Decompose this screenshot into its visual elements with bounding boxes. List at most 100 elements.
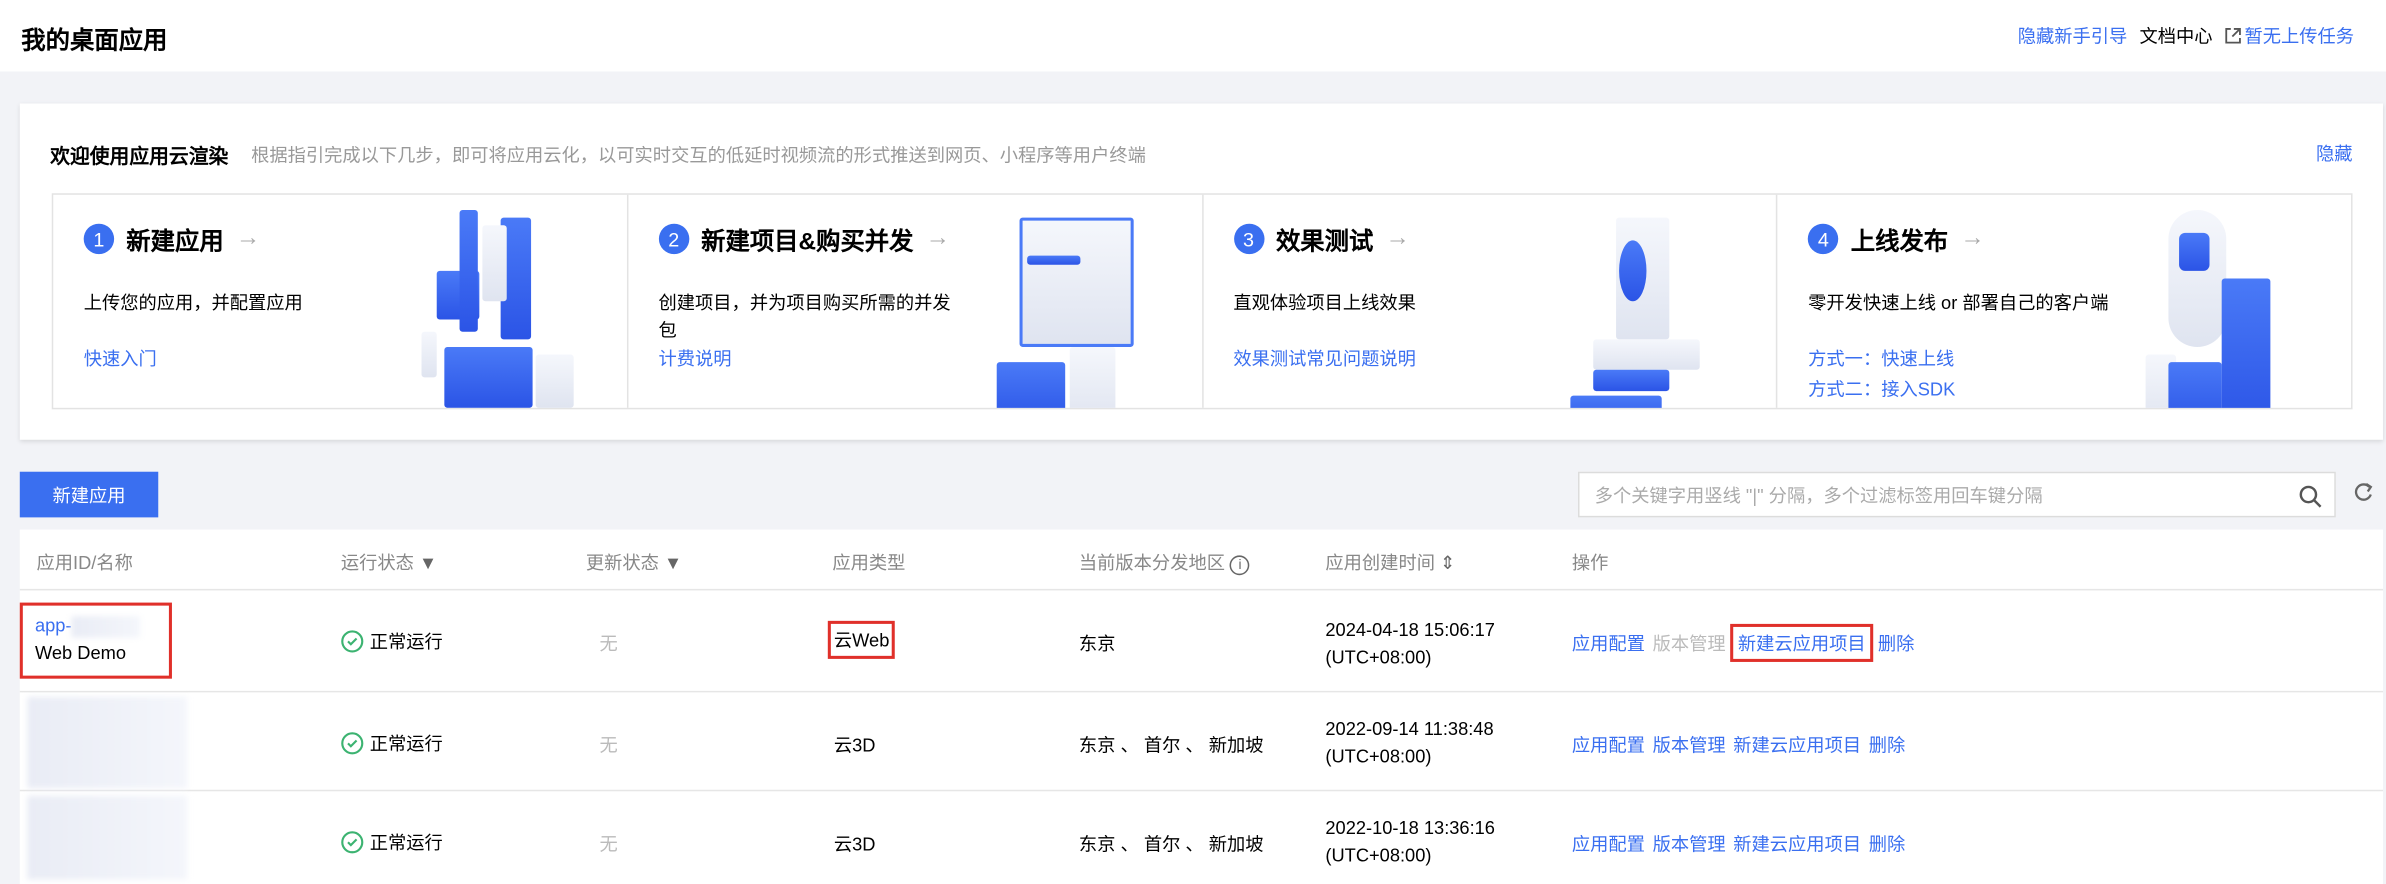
- table-row: app- Web Demo 正常运行 无 云Web 东京 2024-04-18 …: [19, 590, 2383, 693]
- redacted-id-name: [27, 795, 188, 880]
- guide-hide-link[interactable]: 隐藏: [2316, 140, 2353, 166]
- status-label: 正常运行: [369, 631, 443, 653]
- col-created[interactable]: 应用创建时间 ⇕: [1325, 549, 1455, 575]
- col-run-status[interactable]: 运行状态 ▼: [341, 549, 437, 575]
- version-manage-link: 版本管理: [1652, 633, 1726, 655]
- step-new-project: 2 新建项目&购买并发 → 创建项目，并为项目购买所需的并发包 计费说明: [628, 194, 1203, 408]
- illustration-blocks-icon: [421, 209, 581, 408]
- arrow-right-icon: →: [235, 225, 261, 252]
- run-status: 正常运行: [341, 730, 443, 756]
- step-link-sdk[interactable]: 方式二：接入SDK: [1808, 376, 1955, 402]
- guide-steps: 1 新建应用 → 上传您的应用，并配置应用 快速入门 2 新建项目&购买并发 → 创建项…: [51, 193, 2353, 410]
- new-project-link[interactable]: 新建云应用项目: [1730, 623, 1874, 662]
- row-actions: 应用配置 版本管理 新建云应用项目 删除: [1572, 732, 1905, 758]
- search-icon[interactable]: [2298, 484, 2322, 508]
- created-date: 2024-04-18 15:06:17: [1325, 619, 1495, 641]
- status-label: 正常运行: [369, 733, 443, 755]
- app-config-link[interactable]: 应用配置: [1572, 831, 1645, 857]
- step-desc: 零开发快速上线 or 部署自己的客户端: [1808, 292, 2109, 314]
- col-label: 运行状态: [340, 552, 414, 574]
- step-link[interactable]: 计费说明: [659, 345, 732, 371]
- version-manage-link[interactable]: 版本管理: [1653, 831, 1726, 857]
- filter-icon[interactable]: ▼: [419, 552, 437, 573]
- table-row: 正常运行 无 云3D 东京 、 首尔 、 新加坡 2022-10-18 13:3…: [20, 791, 2383, 884]
- header-links: 隐藏新手引导 文档中心 暂无上传任务: [2018, 23, 2354, 49]
- version-manage-link[interactable]: 版本管理: [1653, 732, 1726, 758]
- created-time: 2022-09-14 11:38:48 (UTC+08:00): [1325, 715, 1493, 770]
- check-circle-icon: [341, 831, 364, 854]
- region: 东京: [1078, 633, 1116, 655]
- app-name: Web Demo: [34, 641, 127, 664]
- app-config-link[interactable]: 应用配置: [1572, 630, 1645, 659]
- app-type: 云3D: [833, 734, 876, 757]
- created-date: 2022-09-14 11:38:48: [1325, 718, 1494, 740]
- step-testing: 3 效果测试 → 直观体验项目上线效果 效果测试常见问题说明: [1203, 194, 1778, 408]
- col-region: 当前版本分发地区 i: [1078, 549, 1250, 576]
- step-link[interactable]: 效果测试常见问题说明: [1233, 345, 1416, 371]
- upload-tasks-link[interactable]: 暂无上传任务: [2225, 23, 2354, 49]
- step-publish: 4 上线发布 → 零开发快速上线 or 部署自己的客户端 方式一：快速上线 方式二：…: [1778, 195, 2351, 408]
- header: 我的桌面应用 隐藏新手引导 文档中心 暂无上传任务: [0, 0, 2386, 72]
- region: 东京 、 首尔 、 新加坡: [1078, 734, 1264, 757]
- run-status: 正常运行: [341, 628, 443, 654]
- guide-subtitle: 根据指引完成以下几步，即可将应用云化，以可实时交互的低延时视频流的形式推送到网页…: [251, 144, 1146, 166]
- redacted-id-name: [27, 696, 188, 789]
- search-placeholder: 多个关键字用竖线 "|" 分隔，多个过滤标签用回车键分隔: [1594, 484, 2043, 506]
- row-actions: 应用配置 版本管理 新建云应用项目 删除: [1572, 831, 1905, 857]
- step-number: 1: [83, 223, 115, 255]
- sort-icon[interactable]: ⇕: [1440, 552, 1455, 573]
- step-title: 上线发布: [1850, 229, 1949, 256]
- run-status: 正常运行: [341, 829, 443, 855]
- arrow-right-icon: →: [1385, 225, 1410, 252]
- new-project-link[interactable]: 新建云应用项目: [1733, 732, 1861, 758]
- update-status: 无: [599, 633, 618, 655]
- step-number: 3: [1233, 223, 1264, 255]
- guide-title: 欢迎使用应用云渲染: [50, 144, 229, 168]
- step-title: 效果测试: [1275, 229, 1374, 256]
- col-update-status[interactable]: 更新状态 ▼: [586, 549, 682, 575]
- refresh-icon[interactable]: [2353, 481, 2374, 505]
- app-id-name-cell: app- Web Demo: [19, 602, 172, 679]
- illustration-checkmark-icon: [2145, 209, 2306, 408]
- timezone: (UTC+08:00): [1325, 745, 1432, 767]
- step-title: 新建项目&购买并发: [701, 229, 914, 256]
- table-header: 应用ID/名称 运行状态 ▼ 更新状态 ▼ 应用类型 当前版本分发地区 i 应用…: [19, 530, 2383, 591]
- delete-link[interactable]: 删除: [1869, 732, 1906, 758]
- col-label: 当前版本分发地区: [1078, 552, 1225, 574]
- delete-link[interactable]: 删除: [1869, 831, 1906, 857]
- app-id-link[interactable]: app-: [35, 615, 72, 636]
- status-label: 正常运行: [369, 832, 443, 854]
- arrow-right-icon: →: [1960, 225, 1985, 252]
- hide-guide-link[interactable]: 隐藏新手引导: [2018, 23, 2128, 49]
- created-time: 2022-10-18 13:36:16 (UTC+08:00): [1325, 814, 1495, 869]
- docs-link[interactable]: 文档中心: [2139, 23, 2212, 49]
- step-link[interactable]: 快速入门: [84, 345, 157, 371]
- timezone: (UTC+08:00): [1325, 844, 1432, 866]
- check-circle-icon: [341, 630, 364, 653]
- delete-link[interactable]: 删除: [1878, 630, 1915, 659]
- info-icon[interactable]: i: [1230, 555, 1250, 576]
- external-link-icon: [2225, 27, 2241, 44]
- col-app-type: 应用类型: [832, 552, 906, 574]
- col-id-name: 应用ID/名称: [36, 552, 133, 574]
- step-title: 新建应用: [126, 229, 224, 256]
- search-input[interactable]: 多个关键字用竖线 "|" 分隔，多个过滤标签用回车键分隔: [1578, 471, 2336, 518]
- step-link-quick[interactable]: 方式一：快速上线: [1808, 345, 1954, 371]
- new-app-button[interactable]: 新建应用: [19, 471, 159, 518]
- page-title: 我的桌面应用: [21, 28, 168, 55]
- table-row: 正常运行 无 云3D 东京 、 首尔 、 新加坡 2022-09-14 11:3…: [19, 692, 2383, 792]
- step-desc: 上传您的应用，并配置应用: [83, 292, 303, 314]
- filter-icon[interactable]: ▼: [664, 552, 682, 573]
- step-desc: 创建项目，并为项目购买所需的并发包: [658, 292, 951, 341]
- update-status: 无: [599, 833, 618, 856]
- upload-tasks-label: 暂无上传任务: [2244, 25, 2355, 48]
- new-project-link[interactable]: 新建云应用项目: [1733, 831, 1861, 857]
- app-config-link[interactable]: 应用配置: [1572, 732, 1645, 758]
- step-number: 2: [658, 223, 689, 255]
- row-actions: 应用配置 版本管理 新建云应用项目 删除: [1572, 623, 1915, 662]
- apps-table: 应用ID/名称 运行状态 ▼ 更新状态 ▼ 应用类型 当前版本分发地区 i 应用…: [19, 529, 2383, 884]
- app-type: 云Web: [827, 620, 896, 659]
- arrow-right-icon: →: [925, 225, 951, 252]
- guide-card: 欢迎使用应用云渲染 根据指引完成以下几步，即可将应用云化，以可实时交互的低延时视…: [19, 103, 2383, 440]
- timezone: (UTC+08:00): [1325, 646, 1432, 669]
